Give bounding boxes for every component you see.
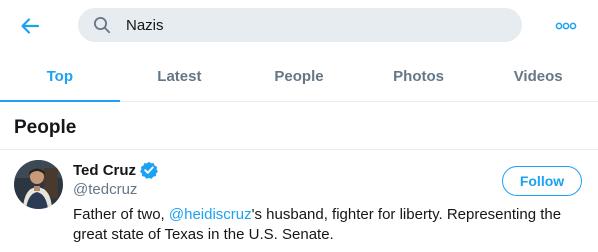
- tab-top[interactable]: Top: [0, 52, 120, 102]
- user-handle: @tedcruz: [73, 181, 138, 198]
- user-name[interactable]: Ted Cruz: [73, 162, 136, 179]
- search-input[interactable]: [126, 8, 506, 42]
- bio-text-start: Father of two,: [73, 206, 169, 223]
- avatar[interactable]: [14, 160, 63, 209]
- more-options-icon: [555, 22, 577, 30]
- search-box[interactable]: [78, 8, 522, 42]
- more-options-button[interactable]: [552, 12, 580, 40]
- search-tabs: Top Latest People Photos Videos: [0, 52, 598, 102]
- bio-mention-link[interactable]: @heidiscruz: [169, 206, 252, 223]
- user-bio: Father of two, @heidiscruz's husband, fi…: [73, 205, 588, 245]
- name-row: Ted Cruz: [73, 161, 158, 179]
- tab-latest[interactable]: Latest: [120, 52, 240, 101]
- search-icon: [94, 17, 111, 34]
- tab-people[interactable]: People: [239, 52, 359, 101]
- section-title: People: [14, 117, 77, 138]
- user-result[interactable]: Ted Cruz @tedcruz Follow Father of two, …: [0, 150, 598, 252]
- avatar-image: [14, 160, 63, 209]
- back-button[interactable]: [14, 10, 46, 42]
- tab-photos[interactable]: Photos: [359, 52, 479, 101]
- top-bar: [0, 0, 598, 52]
- people-section-header: People: [0, 102, 598, 150]
- follow-button[interactable]: Follow: [502, 166, 582, 196]
- back-arrow-icon: [21, 18, 40, 34]
- verified-badge-icon: [140, 161, 158, 179]
- tab-videos[interactable]: Videos: [478, 52, 598, 101]
